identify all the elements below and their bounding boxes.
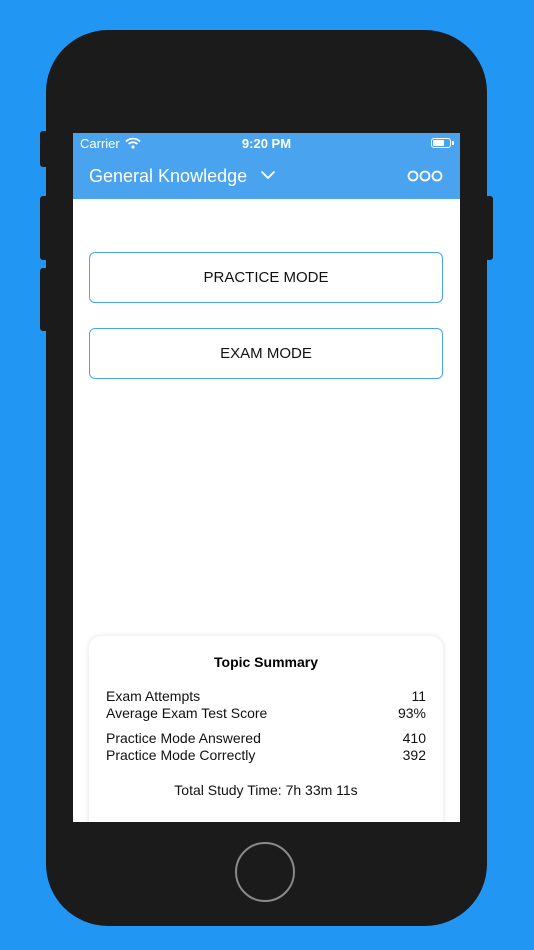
practice-correct-label: Practice Mode Correctly <box>106 747 256 763</box>
practice-mode-button[interactable]: PRACTICE MODE <box>89 252 443 303</box>
topic-title[interactable]: General Knowledge <box>89 166 247 187</box>
status-time: 9:20 PM <box>241 136 292 151</box>
app-screen: Carrier 9:20 PM General Knowledge PRACTI… <box>73 133 460 822</box>
battery-tip <box>452 141 454 145</box>
practice-answered-label: Practice Mode Answered <box>106 730 261 746</box>
more-dots-icon[interactable] <box>407 169 443 183</box>
practice-answered-value: 410 <box>402 730 426 746</box>
status-bar: Carrier 9:20 PM <box>73 133 460 155</box>
chevron-down-icon[interactable] <box>260 170 276 180</box>
exam-attempts-label: Exam Attempts <box>106 688 201 704</box>
exam-mode-button[interactable]: EXAM MODE <box>89 328 443 379</box>
nav-bar: General Knowledge <box>73 155 460 199</box>
summary-title: Topic Summary <box>214 654 318 670</box>
home-button[interactable] <box>235 842 295 902</box>
total-study-time: Total Study Time: 7h 33m 11s <box>174 782 358 798</box>
battery-icon <box>431 138 451 148</box>
avg-score-label: Average Exam Test Score <box>106 705 268 721</box>
exam-attempts-value: 11 <box>411 688 426 704</box>
topic-summary-card: Topic Summary Exam Attempts 11 Average E… <box>89 636 443 822</box>
practice-correct-value: 392 <box>402 747 426 763</box>
avg-score-value: 93% <box>397 705 426 721</box>
